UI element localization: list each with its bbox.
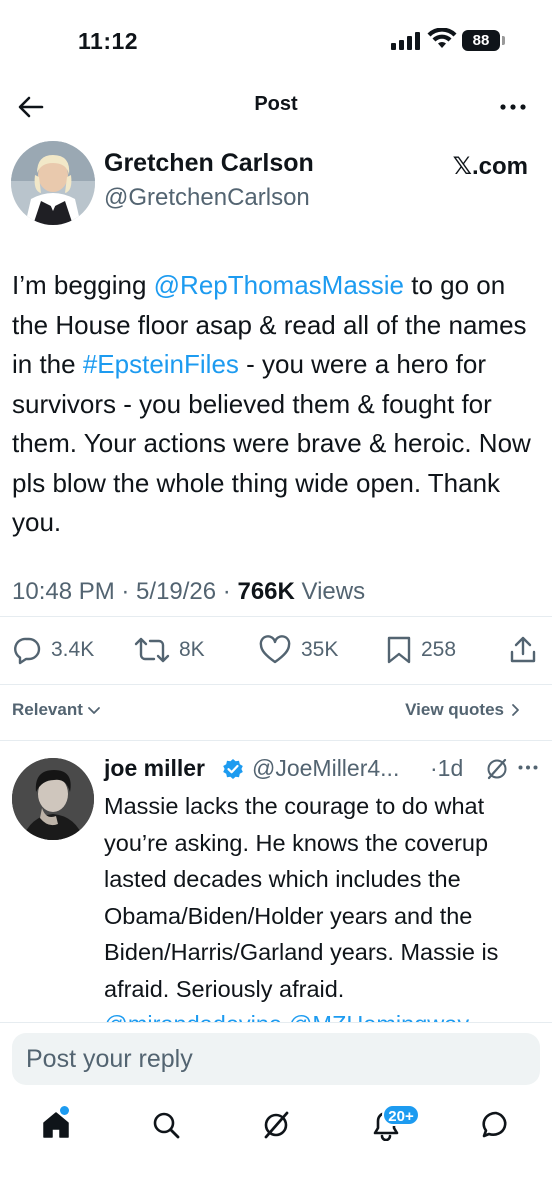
reply-time: ·1d <box>430 755 464 781</box>
reply-header: joe miller @JoeMiller4... ·1d <box>104 755 544 785</box>
more-dots-icon <box>500 104 526 110</box>
post-text: I’m begging @RepThomasMassie to go on th… <box>12 266 542 543</box>
page-title: Post <box>254 93 298 115</box>
divider <box>0 616 552 617</box>
nav-search[interactable] <box>148 1107 184 1143</box>
replies-filter-row: Relevant View quotes <box>0 700 552 724</box>
post-actions: 3.4K 8K 35K 258 <box>0 630 552 670</box>
nav-messages[interactable] <box>478 1107 514 1143</box>
more-options-button[interactable] <box>496 92 530 122</box>
battery-indicator: 88 <box>462 30 500 51</box>
reply-mentions[interactable]: @mirandadevine @MZHemingway <box>104 1006 544 1022</box>
author-name[interactable]: Gretchen Carlson <box>104 149 314 178</box>
avatar-image <box>12 758 94 840</box>
wifi-icon <box>427 28 457 48</box>
reply-button[interactable]: 3.4K <box>12 630 94 670</box>
post-meta: 10:48 PM · 5/19/26 · 766K Views <box>12 578 365 606</box>
chevron-down-icon <box>87 707 100 714</box>
like-count: 35K <box>301 638 339 661</box>
nav-home[interactable] <box>38 1107 74 1143</box>
battery-tip <box>502 36 505 45</box>
views-count: 766K <box>237 578 295 605</box>
search-icon <box>153 1112 180 1139</box>
reply-count: 3.4K <box>51 638 95 661</box>
source-label: 𝕏.com <box>452 153 528 180</box>
nav-grok[interactable] <box>258 1107 294 1143</box>
author-avatar[interactable] <box>11 141 95 225</box>
heart-icon <box>259 635 291 664</box>
bookmark-count: 258 <box>421 638 457 661</box>
repost-icon <box>134 637 170 663</box>
top-bar: Post <box>0 80 552 132</box>
post-text-part: I’m begging <box>12 270 154 300</box>
status-time: 11:12 <box>78 28 139 54</box>
bookmark-button[interactable]: 258 <box>386 630 456 670</box>
hashtag-link[interactable]: #EpsteinFiles <box>83 349 239 379</box>
divider <box>0 684 552 685</box>
post-detail-screen: 11:12 88 Post Gretchen Carlson @Gretchen… <box>0 0 552 1199</box>
share-icon <box>510 636 536 663</box>
relevant-label: Relevant <box>12 700 83 719</box>
reply-author-handle[interactable]: @JoeMiller4... <box>252 755 399 782</box>
bookmark-icon <box>387 636 411 664</box>
relevant-dropdown[interactable]: Relevant <box>12 700 101 720</box>
cellular-signal-icon <box>391 32 421 50</box>
reply-author-name[interactable]: joe miller <box>104 755 205 782</box>
verified-badge-icon <box>223 759 243 779</box>
home-unread-dot <box>60 1106 69 1115</box>
share-button[interactable] <box>508 630 538 670</box>
view-quotes-label: View quotes <box>405 700 504 719</box>
views-label: Views <box>294 578 366 605</box>
reply-input[interactable] <box>12 1033 540 1085</box>
divider <box>0 740 552 741</box>
repost-button[interactable]: 8K <box>134 630 205 670</box>
avatar-image <box>11 141 95 225</box>
messages-icon <box>482 1111 507 1138</box>
grok-icon <box>264 1111 289 1139</box>
status-bar: 11:12 88 <box>0 0 552 80</box>
reply-text: Massie lacks the courage to do what you’… <box>104 793 499 1002</box>
like-button[interactable]: 35K <box>258 630 338 670</box>
chevron-right-icon <box>512 704 519 716</box>
author-handle[interactable]: @GretchenCarlson <box>104 184 310 212</box>
reply-more-icon[interactable] <box>518 765 538 770</box>
mention-link[interactable]: @RepThomasMassie <box>154 270 404 300</box>
grok-icon[interactable] <box>485 757 509 781</box>
reply-author-avatar[interactable] <box>12 758 94 840</box>
repost-count: 8K <box>179 638 205 661</box>
post-timestamp: 10:48 PM · 5/19/26 · <box>12 578 238 605</box>
view-quotes-link[interactable]: View quotes <box>405 700 520 720</box>
reply-icon <box>14 637 41 665</box>
notifications-badge: 20+ <box>382 1104 420 1126</box>
